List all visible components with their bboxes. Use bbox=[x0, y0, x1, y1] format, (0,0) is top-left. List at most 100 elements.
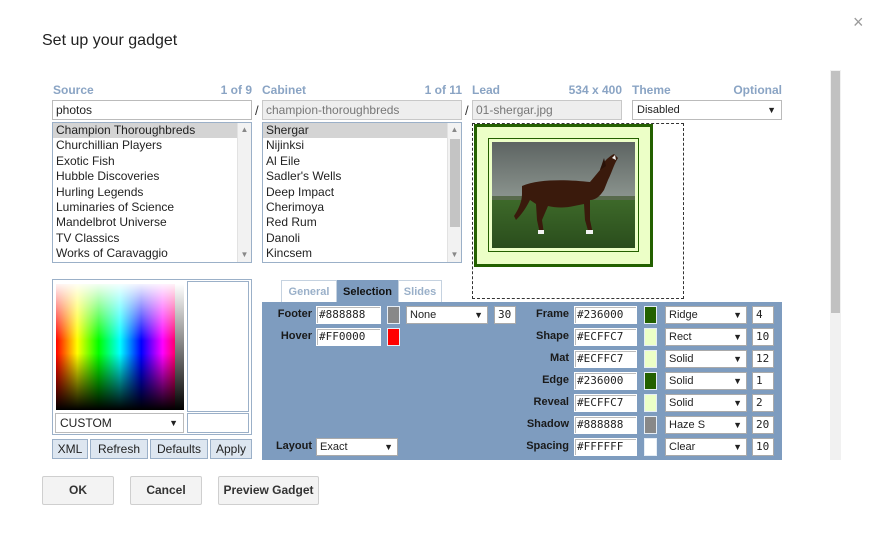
list-item[interactable]: TV Classics bbox=[53, 231, 251, 246]
color-mode-select[interactable]: CUSTOM ▼ bbox=[55, 413, 184, 433]
reveal-color-swatch[interactable] bbox=[644, 394, 657, 412]
source-scrollbar[interactable]: ▲ ▼ bbox=[237, 123, 251, 262]
source-label: Source bbox=[53, 83, 94, 97]
xml-button[interactable]: XML bbox=[52, 439, 88, 459]
frame-style-select[interactable]: Ridge ▼ bbox=[665, 306, 747, 324]
list-item[interactable]: Works of Caravaggio bbox=[53, 246, 251, 261]
hover-color-swatch[interactable] bbox=[387, 328, 400, 346]
source-count: 1 of 9 bbox=[220, 83, 252, 97]
list-item[interactable]: Exotic Fish bbox=[53, 154, 251, 169]
cabinet-label: Cabinet bbox=[262, 83, 307, 97]
list-item[interactable]: Danoli bbox=[263, 231, 461, 246]
shape-label: Shape bbox=[535, 330, 569, 342]
list-item[interactable]: Luminaries of Science bbox=[53, 200, 251, 215]
cancel-button[interactable]: Cancel bbox=[130, 476, 202, 505]
tab-general[interactable]: General bbox=[281, 280, 337, 302]
footer-style-select[interactable]: None ▼ bbox=[406, 306, 488, 324]
preview-gadget-button[interactable]: Preview Gadget bbox=[218, 476, 319, 505]
scroll-down-icon[interactable]: ▼ bbox=[238, 249, 251, 261]
frame-label: Frame bbox=[535, 308, 569, 320]
dialog-scroll-thumb[interactable] bbox=[831, 71, 840, 313]
reveal-size-input[interactable]: 2 bbox=[752, 394, 774, 412]
reveal-color-input[interactable]: #ECFFC7 bbox=[574, 394, 637, 412]
close-icon[interactable]: × bbox=[853, 12, 864, 32]
list-item[interactable]: Deep Impact bbox=[263, 185, 461, 200]
cabinet-scrollbar[interactable]: ▲ ▼ bbox=[447, 123, 461, 262]
tab-slides[interactable]: Slides bbox=[398, 280, 442, 302]
scroll-up-icon[interactable]: ▲ bbox=[448, 124, 461, 136]
list-item[interactable]: Kincsem bbox=[263, 246, 461, 261]
list-item[interactable]: Sadler's Wells bbox=[263, 169, 461, 184]
hover-label: Hover bbox=[280, 330, 312, 342]
edge-color-input[interactable]: #236000 bbox=[574, 372, 637, 390]
footer-color-swatch[interactable] bbox=[387, 306, 400, 324]
hover-color-input[interactable]: #FF0000 bbox=[316, 328, 381, 346]
frame-color-input[interactable]: #236000 bbox=[574, 306, 637, 324]
list-item[interactable]: Red Rum bbox=[263, 215, 461, 230]
edge-size-input[interactable]: 1 bbox=[752, 372, 774, 390]
apply-button[interactable]: Apply bbox=[210, 439, 252, 459]
ok-button[interactable]: OK bbox=[42, 476, 114, 505]
hex-input[interactable] bbox=[187, 413, 249, 433]
refresh-button[interactable]: Refresh bbox=[90, 439, 148, 459]
cabinet-list[interactable]: Shergar Nijinksi Al Eile Sadler's Wells … bbox=[262, 122, 462, 263]
source-input[interactable]: photos bbox=[52, 100, 252, 120]
list-item[interactable]: Shergar bbox=[263, 123, 461, 139]
frame-color-swatch[interactable] bbox=[644, 306, 657, 324]
list-item[interactable]: Champion Thoroughbreds bbox=[53, 123, 251, 139]
tab-selection[interactable]: Selection bbox=[337, 280, 398, 302]
defaults-button[interactable]: Defaults bbox=[150, 439, 208, 459]
list-item[interactable]: Mandelbrot Universe bbox=[53, 215, 251, 230]
scroll-up-icon[interactable]: ▲ bbox=[238, 124, 251, 136]
source-list[interactable]: Champion Thoroughbreds Churchillian Play… bbox=[52, 122, 252, 263]
list-item[interactable]: Hurling Legends bbox=[53, 185, 251, 200]
mat-label: Mat bbox=[550, 352, 569, 364]
mat-color-swatch[interactable] bbox=[644, 350, 657, 368]
scroll-thumb[interactable] bbox=[450, 139, 460, 227]
frame-size-input[interactable]: 4 bbox=[752, 306, 774, 324]
shadow-size-input[interactable]: 20 bbox=[752, 416, 774, 434]
shadow-color-swatch[interactable] bbox=[644, 416, 657, 434]
mat-color-input[interactable]: #ECFFC7 bbox=[574, 350, 637, 368]
shape-style-select[interactable]: Rect ▼ bbox=[665, 328, 747, 346]
color-spectrum-shade bbox=[56, 284, 184, 410]
caret-down-icon: ▼ bbox=[733, 354, 742, 364]
list-item[interactable]: Churchillian Players bbox=[53, 138, 251, 153]
color-mode-value: CUSTOM bbox=[60, 416, 112, 430]
brightness-strip[interactable] bbox=[175, 284, 184, 410]
mat-size-input[interactable]: 12 bbox=[752, 350, 774, 368]
mat-style-select[interactable]: Solid ▼ bbox=[665, 350, 747, 368]
shadow-color-input[interactable]: #888888 bbox=[574, 416, 637, 434]
shape-color-swatch[interactable] bbox=[644, 328, 657, 346]
spacing-size-input[interactable]: 10 bbox=[752, 438, 774, 456]
spacing-label: Spacing bbox=[526, 440, 569, 452]
lead-image[interactable] bbox=[492, 142, 635, 248]
edge-style-select[interactable]: Solid ▼ bbox=[665, 372, 747, 390]
shape-size-input[interactable]: 10 bbox=[752, 328, 774, 346]
spacing-style-select[interactable]: Clear ▼ bbox=[665, 438, 747, 456]
shadow-style-select[interactable]: Haze S ▼ bbox=[665, 416, 747, 434]
lead-dims: 534 x 400 bbox=[568, 83, 622, 97]
lead-input[interactable]: 01-shergar.jpg bbox=[472, 100, 622, 120]
caret-down-icon: ▼ bbox=[733, 310, 742, 320]
reveal-style-select[interactable]: Solid ▼ bbox=[665, 394, 747, 412]
list-item[interactable]: Nijinksi bbox=[263, 138, 461, 153]
edge-color-swatch[interactable] bbox=[644, 372, 657, 390]
caret-down-icon: ▼ bbox=[384, 442, 393, 452]
footer-style-value: None bbox=[410, 309, 437, 321]
shadow-style-value: Haze S bbox=[669, 419, 706, 431]
scroll-down-icon[interactable]: ▼ bbox=[448, 249, 461, 261]
theme-select[interactable]: Disabled ▼ bbox=[632, 100, 782, 120]
caret-down-icon: ▼ bbox=[767, 105, 776, 115]
mat-style-value: Solid bbox=[669, 353, 694, 365]
list-item[interactable]: Al Eile bbox=[263, 154, 461, 169]
spacing-color-swatch[interactable] bbox=[644, 438, 657, 456]
cabinet-input[interactable]: champion-thoroughbreds bbox=[262, 100, 462, 120]
layout-select[interactable]: Exact ▼ bbox=[316, 438, 398, 456]
list-item[interactable]: Cherimoya bbox=[263, 200, 461, 215]
list-item[interactable]: Hubble Discoveries bbox=[53, 169, 251, 184]
shape-color-input[interactable]: #ECFFC7 bbox=[574, 328, 637, 346]
footer-color-input[interactable]: #888888 bbox=[316, 306, 381, 324]
spacing-color-input[interactable]: #FFFFFF bbox=[574, 438, 637, 456]
reveal-label: Reveal bbox=[533, 396, 569, 408]
